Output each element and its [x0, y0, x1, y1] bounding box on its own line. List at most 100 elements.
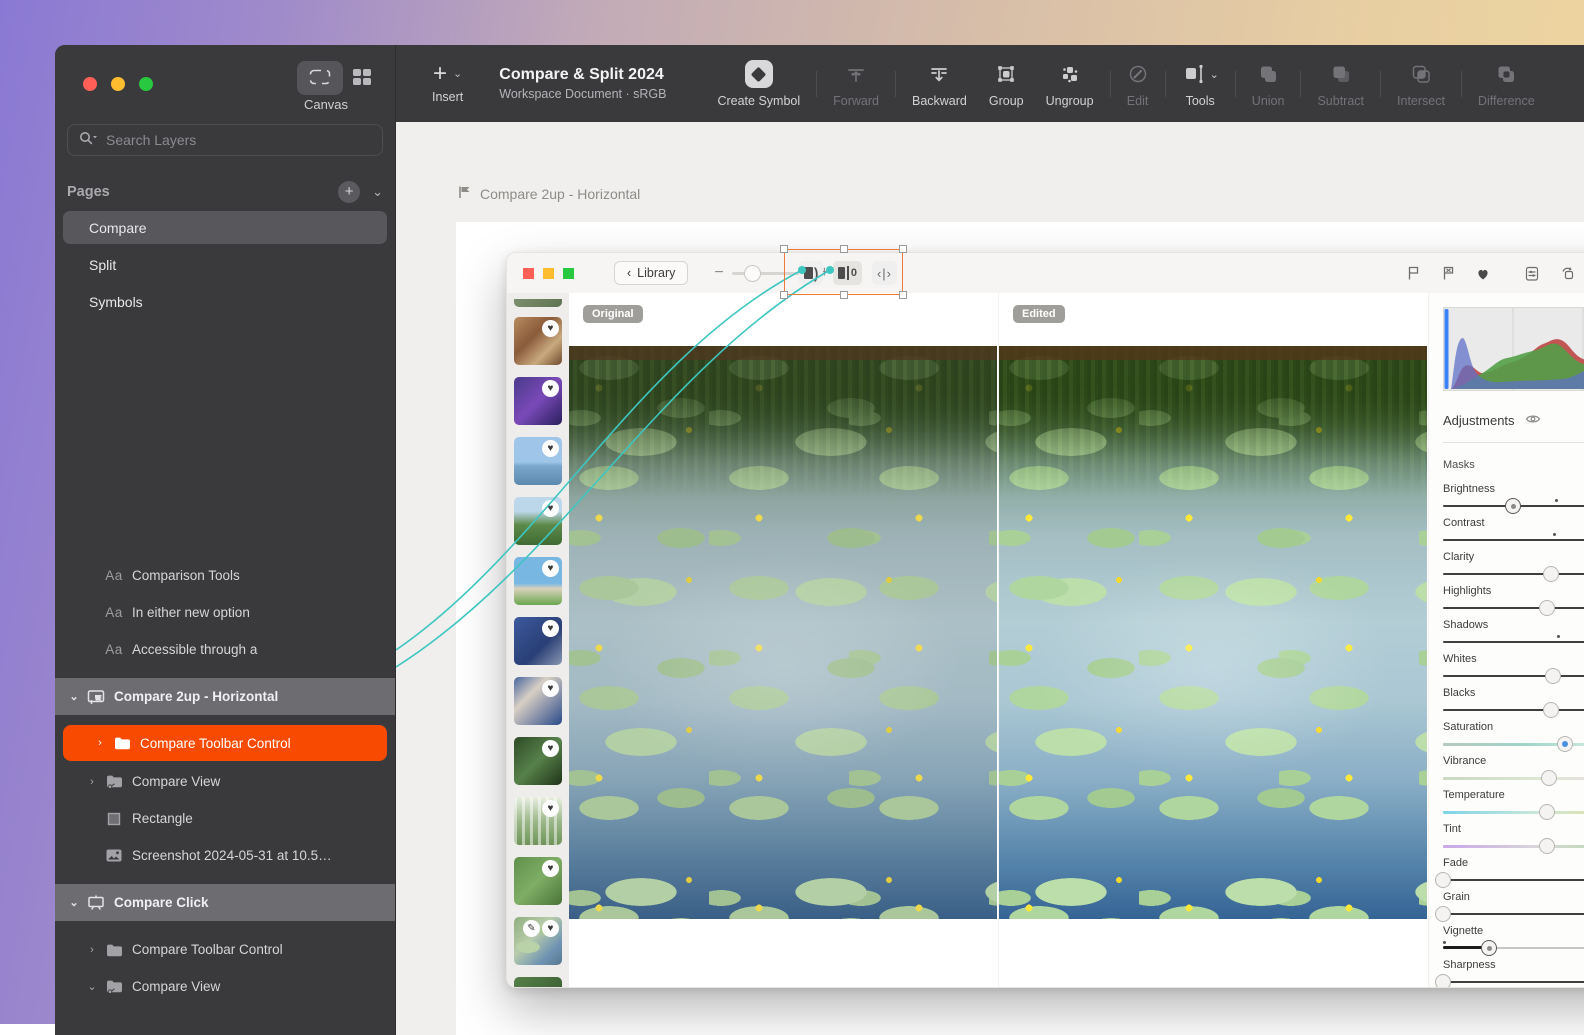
thumbnail-partial-green[interactable]: [514, 977, 562, 987]
toolbar-difference-button[interactable]: Difference: [1478, 59, 1535, 108]
thumbnail-lighthouse-beach[interactable]: ♥: [514, 557, 562, 605]
slider-track[interactable]: [1443, 769, 1584, 787]
thumbnail-scrolled-partial[interactable]: [514, 299, 562, 307]
canvas-view-button[interactable]: [297, 61, 343, 95]
toolbar-create-symbol-button[interactable]: Create Symbol: [717, 59, 800, 108]
layer-comparison-tools[interactable]: AaComparison Tools: [55, 557, 395, 594]
mockup-minimize-button[interactable]: [543, 268, 554, 279]
layer-screenshot-2024-05-31-at-10-5[interactable]: Screenshot 2024-05-31 at 10.5…: [55, 837, 395, 874]
slider-track[interactable]: [1443, 565, 1584, 583]
search-layers-field[interactable]: [67, 124, 383, 156]
eye-icon[interactable]: [1525, 413, 1541, 428]
thumbnail-people-blue-1[interactable]: ♥: [514, 617, 562, 665]
slider-knob[interactable]: [1543, 566, 1559, 582]
slider-knob[interactable]: [1539, 838, 1555, 854]
resize-handle[interactable]: [899, 291, 907, 299]
slider-track[interactable]: [1443, 803, 1584, 821]
flag-cancel-icon[interactable]: [1439, 264, 1457, 282]
add-page-button[interactable]: +: [338, 181, 360, 203]
original-photo[interactable]: [569, 346, 997, 919]
slider-track[interactable]: [1443, 973, 1584, 987]
slider-track[interactable]: [1443, 599, 1584, 617]
chevron-down-icon[interactable]: ⌄: [67, 690, 81, 703]
slider-track[interactable]: [1443, 497, 1584, 515]
slider-track[interactable]: [1443, 531, 1584, 549]
slider-knob[interactable]: [1435, 974, 1451, 987]
page-item-split[interactable]: Split: [63, 248, 387, 281]
minimize-button[interactable]: [111, 77, 125, 91]
rotate-icon[interactable]: [1558, 264, 1576, 282]
artboard[interactable]: ‹ Library − + )0‹|› ♥: [456, 222, 1584, 1035]
layer-in-either-new-option[interactable]: AaIn either new option: [55, 594, 395, 631]
toolbar-edit-button[interactable]: Edit: [1127, 59, 1149, 108]
selection-box[interactable]: [784, 249, 903, 295]
slider-track[interactable]: [1443, 905, 1584, 923]
resize-handle[interactable]: [840, 245, 848, 253]
resize-handle[interactable]: [780, 245, 788, 253]
slider-track[interactable]: [1443, 701, 1584, 719]
page-item-symbols[interactable]: Symbols: [63, 285, 387, 318]
zoom-out-icon[interactable]: −: [714, 264, 723, 282]
slider-track[interactable]: [1443, 837, 1584, 855]
library-back-button[interactable]: ‹ Library: [614, 261, 688, 285]
mockup-zoom-button[interactable]: [563, 268, 574, 279]
insert-button[interactable]: +⌄ Insert: [426, 62, 469, 105]
slider-knob[interactable]: [1435, 906, 1451, 922]
layer-compare-click[interactable]: ⌄Compare Click: [55, 884, 395, 921]
resize-handle[interactable]: [780, 291, 788, 299]
slider-knob[interactable]: [1481, 940, 1497, 956]
canvas-area[interactable]: Compare 2up - Horizontal ‹: [396, 122, 1584, 1035]
toolbar-backward-button[interactable]: Backward: [912, 59, 967, 108]
toolbar-ungroup-button[interactable]: Ungroup: [1046, 59, 1094, 108]
slider-track[interactable]: [1443, 633, 1584, 651]
layer-compare-view[interactable]: ›Compare View: [55, 763, 395, 800]
flag-icon[interactable]: [1404, 264, 1422, 282]
slider-knob[interactable]: [1541, 770, 1557, 786]
chevron-down-icon[interactable]: ⌄: [85, 980, 99, 993]
layer-accessible-through-a[interactable]: AaAccessible through a: [55, 631, 395, 668]
slider-knob[interactable]: [1435, 872, 1451, 888]
zoom-button[interactable]: [139, 77, 153, 91]
slider-track[interactable]: [1443, 939, 1584, 957]
slider-track[interactable]: [1443, 735, 1584, 753]
slider-knob[interactable]: [1539, 600, 1555, 616]
slider-track[interactable]: [1443, 667, 1584, 685]
thumbnail-arcade-purple[interactable]: ♥: [514, 377, 562, 425]
chevron-right-icon[interactable]: ›: [85, 944, 99, 956]
toolbar-intersect-button[interactable]: Intersect: [1397, 59, 1445, 108]
toolbar-tools-button[interactable]: ⌄Tools: [1182, 59, 1219, 108]
thumbnail-grass-green[interactable]: ♥: [514, 857, 562, 905]
search-input[interactable]: [104, 131, 372, 149]
layer-compare-toolbar-control[interactable]: ›Compare Toolbar Control: [63, 725, 387, 761]
edit-adjustments-icon[interactable]: [1523, 264, 1541, 282]
thumbnail-lighthouse-forest[interactable]: ♥: [514, 497, 562, 545]
heart-icon[interactable]: [1474, 264, 1492, 282]
slider-knob[interactable]: [1545, 668, 1561, 684]
thumbnail-person-green[interactable]: ♥: [514, 737, 562, 785]
components-view-button[interactable]: [351, 66, 373, 91]
chevron-right-icon[interactable]: ›: [93, 737, 107, 749]
thumbnail-lilypads-edited[interactable]: ✎♥: [514, 917, 562, 965]
slider-knob[interactable]: [1543, 702, 1559, 718]
slider-knob[interactable]: [1557, 736, 1573, 752]
thumbnail-lighthouse-harbor[interactable]: ♥: [514, 437, 562, 485]
artboard-label[interactable]: Compare 2up - Horizontal: [458, 185, 640, 202]
layer-compare-toolbar-control[interactable]: ›Compare Toolbar Control: [55, 931, 395, 968]
slider-knob[interactable]: [1539, 804, 1555, 820]
toolbar-subtract-button[interactable]: Subtract: [1317, 59, 1364, 108]
layer-compare-view[interactable]: ⌄Compare View: [55, 968, 395, 1005]
resize-handle[interactable]: [840, 291, 848, 299]
slider-knob[interactable]: [1505, 498, 1521, 514]
layer-rectangle[interactable]: Rectangle: [55, 800, 395, 837]
page-item-compare[interactable]: Compare: [63, 211, 387, 244]
toolbar-forward-button[interactable]: Forward: [833, 59, 879, 108]
toolbar-union-button[interactable]: Union: [1252, 59, 1285, 108]
zoom-slider-knob[interactable]: [744, 265, 761, 282]
slider-track[interactable]: [1443, 871, 1584, 889]
thumbnail-waterfall-green[interactable]: ♥: [514, 797, 562, 845]
edited-photo[interactable]: [999, 346, 1427, 919]
chevron-right-icon[interactable]: ›: [85, 776, 99, 788]
resize-handle[interactable]: [899, 245, 907, 253]
thumbnail-people-blue-2[interactable]: ♥: [514, 677, 562, 725]
chevron-down-icon[interactable]: ⌄: [67, 896, 81, 909]
